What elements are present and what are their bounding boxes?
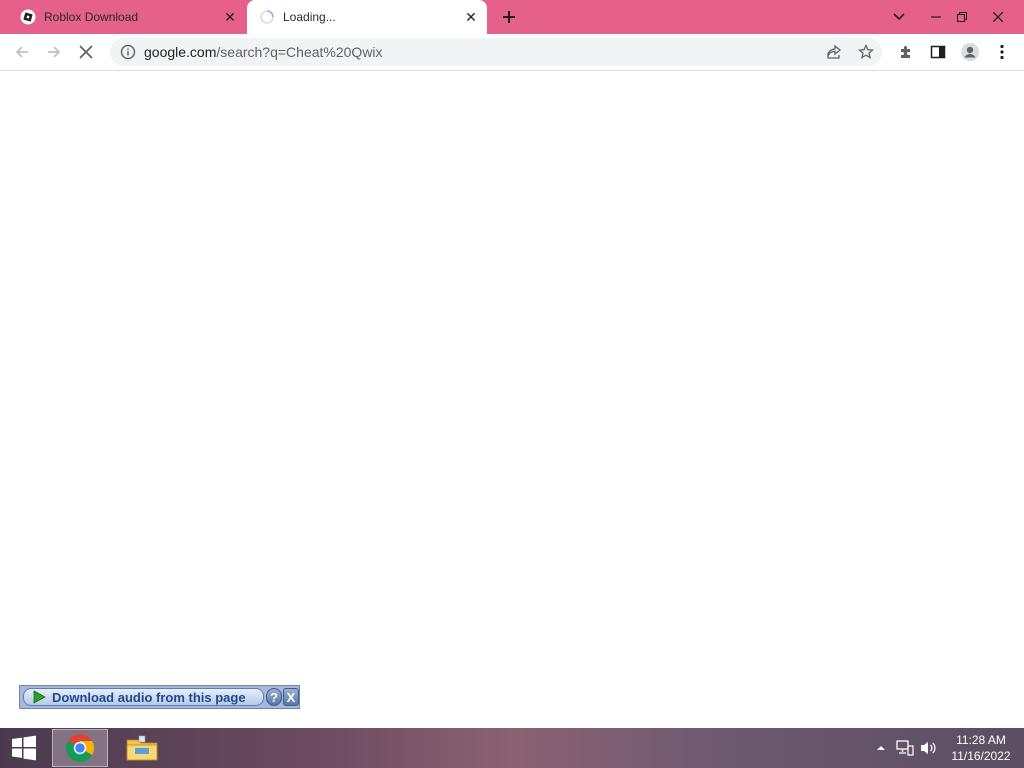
stop-button[interactable] bbox=[72, 38, 100, 66]
extensions-button[interactable] bbox=[892, 38, 920, 66]
url-host: google.com bbox=[144, 44, 217, 60]
side-panel-button[interactable] bbox=[924, 38, 952, 66]
plus-icon bbox=[503, 11, 515, 23]
star-icon[interactable] bbox=[854, 42, 878, 62]
clock-date: 11/16/2022 bbox=[951, 749, 1011, 763]
taskbar-file-explorer[interactable] bbox=[114, 729, 170, 767]
restore-icon bbox=[957, 12, 967, 22]
url-path: /search?q=Cheat%20Qwix bbox=[216, 44, 383, 60]
restore-button[interactable] bbox=[945, 0, 979, 34]
minimize-icon bbox=[931, 16, 941, 18]
tab-title: Loading... bbox=[283, 10, 336, 24]
back-button[interactable] bbox=[8, 38, 36, 66]
play-icon bbox=[32, 689, 48, 705]
loading-spinner-icon bbox=[259, 9, 275, 25]
roblox-icon bbox=[20, 9, 36, 25]
profile-button[interactable] bbox=[956, 38, 984, 66]
taskbar: 11:28 AM 11/16/2022 bbox=[0, 728, 1024, 768]
new-tab-button[interactable] bbox=[496, 5, 522, 29]
url-text[interactable]: google.com/search?q=Cheat%20Qwix bbox=[144, 44, 383, 60]
windows-logo-icon bbox=[12, 735, 36, 761]
chrome-icon bbox=[66, 734, 94, 762]
close-window-button[interactable] bbox=[981, 0, 1015, 34]
back-arrow-icon bbox=[15, 46, 28, 58]
share-icon[interactable] bbox=[822, 42, 846, 62]
stop-icon bbox=[79, 45, 93, 59]
browser-toolbar: google.com/search?q=Cheat%20Qwix bbox=[0, 34, 1024, 71]
forward-arrow-icon bbox=[48, 46, 61, 58]
clock-time: 11:28 AM bbox=[956, 733, 1006, 747]
download-audio-button[interactable]: Download audio from this page bbox=[23, 688, 264, 706]
tab-title: Roblox Download bbox=[44, 10, 139, 24]
tab-roblox-download[interactable]: Roblox Download ✕ bbox=[8, 0, 246, 34]
start-button[interactable] bbox=[0, 728, 48, 768]
show-hidden-icons-icon[interactable] bbox=[872, 739, 890, 757]
audio-download-bar: Download audio from this page ? X bbox=[19, 685, 300, 709]
tab-search-button[interactable] bbox=[882, 0, 916, 34]
close-tab-icon[interactable]: ✕ bbox=[220, 7, 240, 27]
close-icon bbox=[993, 12, 1003, 22]
taskbar-chrome[interactable] bbox=[52, 729, 108, 767]
help-button[interactable]: ? bbox=[266, 688, 282, 706]
info-icon[interactable] bbox=[118, 42, 138, 62]
tab-strip: Roblox Download ✕ Loading... ✕ bbox=[0, 0, 1024, 34]
volume-icon[interactable] bbox=[920, 739, 938, 757]
side-panel-icon bbox=[930, 45, 946, 59]
puzzle-icon bbox=[901, 46, 910, 58]
download-audio-label: Download audio from this page bbox=[52, 689, 246, 705]
address-bar[interactable]: google.com/search?q=Cheat%20Qwix bbox=[110, 38, 882, 66]
system-clock[interactable]: 11:28 AM 11/16/2022 bbox=[944, 732, 1018, 766]
chevron-down-icon bbox=[893, 13, 905, 21]
tab-loading[interactable]: Loading... ✕ bbox=[247, 0, 487, 34]
network-icon[interactable] bbox=[896, 739, 914, 757]
close-tab-icon[interactable]: ✕ bbox=[461, 7, 481, 27]
kebab-menu-icon bbox=[1000, 44, 1004, 60]
close-bar-button[interactable]: X bbox=[283, 688, 299, 706]
menu-button[interactable] bbox=[988, 38, 1016, 66]
file-explorer-icon bbox=[126, 735, 158, 761]
page-content bbox=[0, 71, 1024, 728]
forward-button[interactable] bbox=[40, 38, 68, 66]
profile-icon bbox=[961, 43, 979, 61]
